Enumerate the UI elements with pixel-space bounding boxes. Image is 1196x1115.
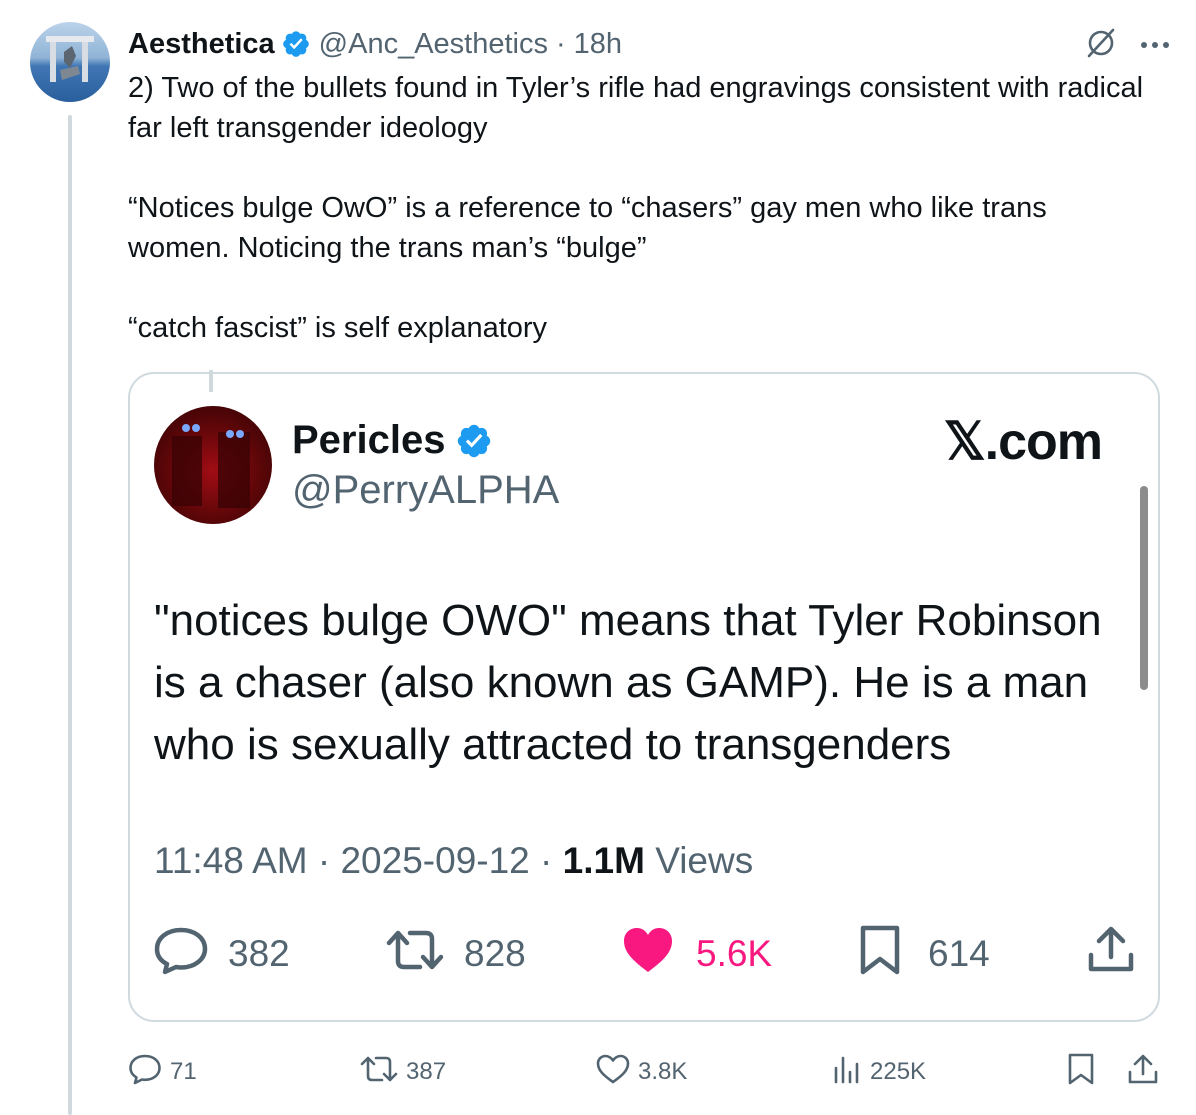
like-icon bbox=[596, 1053, 638, 1092]
quoted-time: 11:48 AM bbox=[154, 840, 308, 881]
x-brand-logo: 𝕏.com bbox=[943, 413, 1103, 471]
share-button[interactable] bbox=[1126, 1052, 1168, 1092]
reply-button[interactable]: 71 bbox=[128, 1052, 197, 1092]
quoted-author-name-text: Pericles bbox=[292, 418, 446, 462]
quoted-reply-button[interactable]: 382 bbox=[154, 927, 290, 979]
quoted-share-button[interactable] bbox=[1086, 926, 1136, 979]
quoted-date: 2025-09-12 bbox=[340, 840, 530, 881]
quoted-tweet-meta: 11:48 AM · 2025-09-12 · 1.1M Views bbox=[154, 840, 753, 882]
top-actions bbox=[1084, 26, 1170, 65]
separator-dot: · bbox=[540, 840, 553, 881]
tweet-action-bar: 71 387 3.8K 225K bbox=[128, 1052, 1168, 1092]
like-button[interactable]: 3.8K bbox=[596, 1052, 687, 1092]
share-icon bbox=[1086, 925, 1136, 984]
repost-icon bbox=[360, 1053, 406, 1092]
quoted-bookmark-count: 614 bbox=[928, 933, 990, 974]
quoted-avatar[interactable] bbox=[154, 406, 272, 524]
bookmark-icon bbox=[1066, 1052, 1104, 1093]
quote-connector bbox=[209, 370, 213, 392]
repost-button[interactable]: 387 bbox=[360, 1052, 446, 1092]
quoted-like-count: 5.6K bbox=[696, 933, 773, 974]
like-icon bbox=[622, 926, 674, 983]
author-handle[interactable]: @Anc_Aesthetics bbox=[319, 28, 548, 61]
repost-count: 387 bbox=[406, 1058, 447, 1085]
reply-icon bbox=[128, 1053, 170, 1092]
separator-dot: · bbox=[556, 27, 566, 60]
bookmark-icon bbox=[858, 924, 902, 985]
views-count: 225K bbox=[870, 1058, 927, 1085]
tweet-text: 2) Two of the bullets found in Tyler’s r… bbox=[128, 72, 1144, 344]
quoted-views-label: Views bbox=[655, 840, 754, 881]
quoted-repost-count: 828 bbox=[464, 933, 526, 974]
bookmark-button[interactable] bbox=[1066, 1052, 1104, 1092]
thread-line bbox=[68, 115, 72, 1115]
quoted-like-button[interactable]: 5.6K bbox=[622, 927, 773, 979]
reply-icon bbox=[154, 925, 208, 984]
quoted-tweet-card[interactable]: Pericles @PerryALPHA 𝕏.com "notices bulg… bbox=[128, 372, 1160, 1022]
quoted-author-handle[interactable]: @PerryALPHA bbox=[292, 468, 559, 513]
quoted-author-name[interactable]: Pericles bbox=[292, 418, 501, 463]
quoted-repost-button[interactable]: 828 bbox=[386, 929, 526, 979]
reply-count: 71 bbox=[170, 1058, 197, 1085]
quoted-reply-count: 382 bbox=[228, 933, 290, 974]
share-icon bbox=[1126, 1052, 1168, 1093]
verified-badge-icon bbox=[281, 29, 311, 59]
verified-badge-icon bbox=[455, 422, 493, 460]
more-icon[interactable] bbox=[1140, 37, 1170, 55]
repost-icon bbox=[386, 925, 444, 984]
views-button[interactable]: 225K bbox=[832, 1052, 926, 1092]
views-icon bbox=[832, 1054, 870, 1091]
grok-icon[interactable] bbox=[1084, 26, 1118, 65]
tweet-header: Aesthetica @Anc_Aesthetics · 18h bbox=[128, 24, 622, 64]
tweet-time[interactable]: 18h bbox=[574, 28, 622, 61]
avatar[interactable] bbox=[30, 22, 110, 102]
quoted-action-bar: 382 828 5.6K 614 bbox=[154, 925, 1144, 979]
quoted-views-count: 1.1M bbox=[562, 840, 645, 881]
quoted-tweet-text: "notices bulge OWO" means that Tyler Rob… bbox=[154, 596, 1102, 769]
author-name[interactable]: Aesthetica bbox=[128, 28, 275, 61]
separator-dot: · bbox=[317, 840, 331, 881]
quoted-bookmark-button[interactable]: 614 bbox=[858, 925, 990, 979]
like-count: 3.8K bbox=[638, 1058, 688, 1085]
